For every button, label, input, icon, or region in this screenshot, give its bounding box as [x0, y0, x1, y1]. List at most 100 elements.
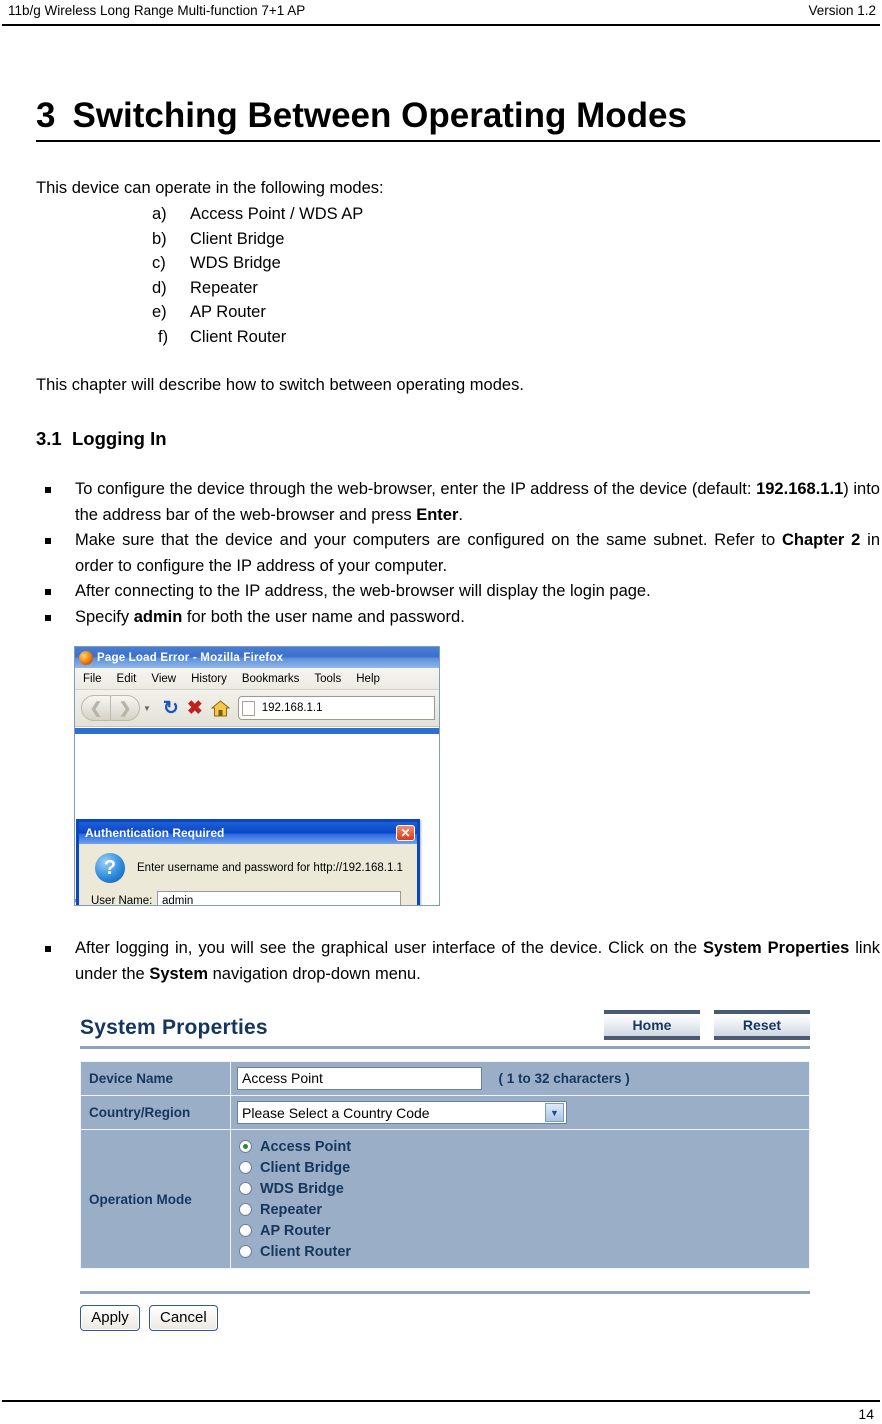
radio-option-client-bridge[interactable]: Client Bridge	[239, 1157, 809, 1178]
country-region-selected-value: Please Select a Country Code	[242, 1104, 430, 1121]
chevron-down-icon[interactable]: ▼	[143, 704, 151, 713]
operation-mode-label: Operation Mode	[80, 1129, 231, 1269]
device-name-label: Device Name	[80, 1061, 231, 1096]
radio-icon[interactable]	[239, 1161, 252, 1174]
bullet-text: for both the user name and password.	[182, 607, 465, 626]
list-marker: e)	[152, 303, 167, 321]
stop-icon[interactable]: ✖	[187, 699, 203, 718]
list-marker: f)	[158, 327, 169, 346]
auth-dialog-body: ? Enter username and password for http:/…	[79, 844, 417, 906]
page-header: 11b/g Wireless Long Range Multi-function…	[0, 0, 882, 26]
firefox-logo-icon	[79, 650, 93, 665]
page-accent-bar	[75, 728, 439, 734]
list-item: e) AP Router	[36, 300, 882, 325]
radio-option-access-point[interactable]: Access Point	[239, 1136, 809, 1157]
forward-icon[interactable]: ❯	[110, 695, 140, 721]
title-divider	[80, 1046, 810, 1049]
firefox-window-title: Page Load Error - Mozilla Firefox	[97, 651, 284, 664]
bullet-system-menu: System	[149, 964, 209, 983]
country-region-cell: Please Select a Country Code ▼	[230, 1095, 810, 1130]
table-row: Country/Region Please Select a Country C…	[80, 1095, 810, 1130]
system-properties-screenshot: System Properties Home Reset Device Name…	[80, 1008, 810, 1331]
close-icon[interactable]: ✕	[396, 825, 415, 841]
question-mark-icon: ?	[95, 853, 125, 883]
radio-label: AP Router	[260, 1222, 331, 1239]
list-label: Repeater	[190, 278, 258, 297]
home-icon[interactable]	[210, 699, 230, 717]
list-label: Client Router	[190, 327, 287, 346]
radio-option-ap-router[interactable]: AP Router	[239, 1220, 809, 1241]
form-action-buttons: Apply Cancel	[80, 1305, 810, 1331]
list-item: After logging in, you will see the graph…	[36, 936, 880, 987]
system-properties-table: Device Name Access Point ( 1 to 32 chara…	[80, 1061, 810, 1269]
firefox-page-area: Authentication Required ✕ ? Enter userna…	[75, 728, 439, 905]
bullet-text: After logging in, you will see the graph…	[75, 939, 704, 957]
list-marker: a)	[152, 205, 167, 223]
reset-button[interactable]: Reset	[714, 1010, 810, 1040]
back-icon[interactable]: ❮	[81, 695, 111, 721]
list-label: Client Bridge	[190, 229, 285, 248]
radio-icon[interactable]	[239, 1182, 252, 1195]
menu-item-file[interactable]: File	[83, 673, 102, 685]
username-field-row: User Name: admin	[89, 891, 407, 906]
reload-icon[interactable]: ↻	[163, 699, 179, 718]
bullet-text: To configure the device through the web-…	[75, 480, 757, 498]
list-marker: b)	[152, 229, 167, 248]
cancel-button[interactable]: Cancel	[149, 1305, 218, 1331]
list-marker: c)	[152, 254, 166, 272]
list-label: AP Router	[190, 303, 266, 321]
username-label: User Name:	[91, 894, 153, 906]
list-label: WDS Bridge	[190, 254, 281, 272]
page-title: System Properties	[80, 1016, 268, 1039]
page-number: 14	[858, 1406, 874, 1422]
radio-option-wds-bridge[interactable]: WDS Bridge	[239, 1178, 809, 1199]
radio-label: Access Point	[260, 1138, 352, 1155]
list-item: Make sure that the device and your compu…	[36, 528, 880, 579]
device-name-hint: ( 1 to 32 characters )	[498, 1071, 630, 1086]
apply-button[interactable]: Apply	[80, 1305, 140, 1331]
device-name-input[interactable]: Access Point	[237, 1067, 482, 1090]
radio-icon[interactable]	[239, 1224, 252, 1237]
menu-item-history[interactable]: History	[191, 673, 227, 685]
bullet-system-properties-link: System Properties	[703, 939, 850, 957]
section-title: Logging In	[72, 428, 167, 449]
chapter-heading: 3 Switching Between Operating Modes	[36, 96, 880, 142]
list-item: f) Client Router	[36, 325, 882, 350]
radio-icon[interactable]	[239, 1245, 252, 1258]
device-name-cell: Access Point ( 1 to 32 characters )	[230, 1061, 810, 1096]
radio-icon-selected[interactable]	[239, 1140, 252, 1153]
section-heading-3-1: 3.1 Logging In	[36, 427, 882, 451]
menu-item-help[interactable]: Help	[356, 673, 380, 685]
firefox-screenshot-figure: Page Load Error - Mozilla Firefox File E…	[74, 646, 440, 906]
list-item: After connecting to the IP address, the …	[36, 579, 880, 605]
header-buttons: Home Reset	[604, 1010, 810, 1040]
url-bar[interactable]: 192.168.1.1	[237, 696, 435, 720]
radio-label: Repeater	[260, 1201, 323, 1218]
menu-item-view[interactable]: View	[151, 673, 176, 685]
list-item: Specify admin for both the user name and…	[36, 605, 880, 631]
bullet-admin-credential: admin	[133, 607, 183, 626]
header-divider	[2, 24, 880, 26]
radio-icon[interactable]	[239, 1203, 252, 1216]
authentication-dialog: Authentication Required ✕ ? Enter userna…	[76, 819, 420, 906]
nav-buttons: ❮ ❯ ▼	[81, 695, 151, 721]
home-button[interactable]: Home	[604, 1010, 700, 1040]
username-input[interactable]: admin	[157, 891, 401, 905]
menu-item-edit[interactable]: Edit	[117, 673, 137, 685]
firefox-navigation-toolbar: ❮ ❯ ▼ ↻ ✖ 192.168.1.1	[75, 690, 439, 727]
menu-item-bookmarks[interactable]: Bookmarks	[242, 673, 300, 685]
menu-item-tools[interactable]: Tools	[314, 673, 341, 685]
chevron-down-icon[interactable]: ▼	[545, 1103, 564, 1122]
bullet-text: Specify	[75, 607, 134, 626]
bullet-text: After connecting to the IP address, the …	[75, 582, 651, 600]
table-row: Device Name Access Point ( 1 to 32 chara…	[80, 1061, 810, 1096]
radio-option-client-router[interactable]: Client Router	[239, 1241, 809, 1262]
country-region-select[interactable]: Please Select a Country Code ▼	[237, 1101, 567, 1124]
radio-option-repeater[interactable]: Repeater	[239, 1199, 809, 1220]
chapter-number: 3	[36, 96, 56, 135]
radio-label: WDS Bridge	[260, 1180, 344, 1197]
list-marker: d)	[152, 278, 167, 297]
section-number: 3.1	[36, 428, 62, 449]
table-row: Operation Mode Access Point Client Bridg…	[80, 1129, 810, 1269]
auth-message-row: ? Enter username and password for http:/…	[89, 853, 407, 883]
